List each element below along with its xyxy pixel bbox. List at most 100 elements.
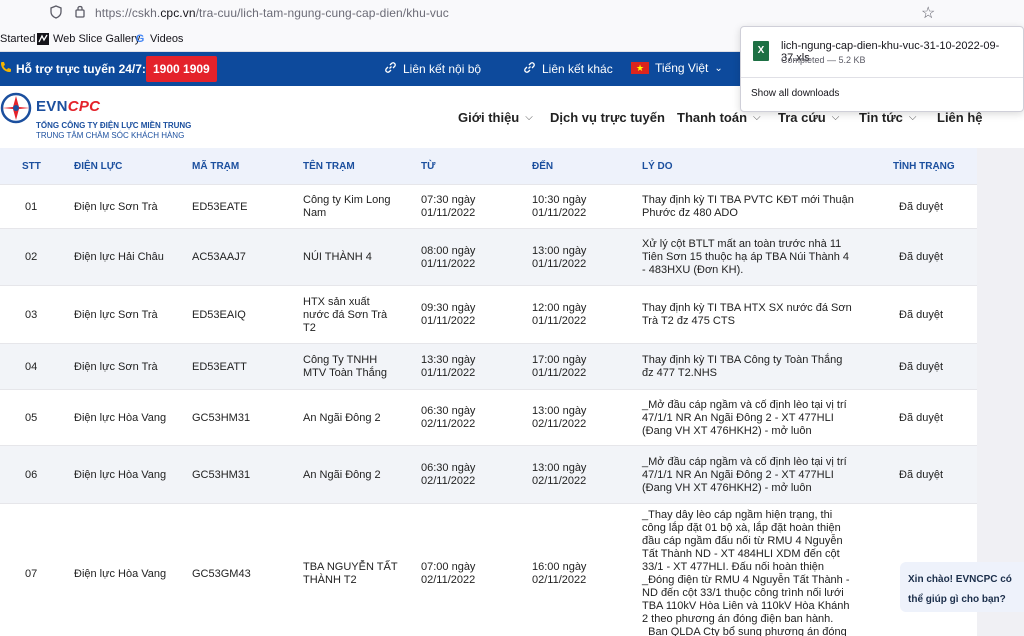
cell-den: 10:30 ngày 01/11/2022 [532,194,586,220]
cell-line: ED53EATE [192,200,248,213]
support-text: Hỗ trợ trực tuyến 24/7: [16,61,146,76]
cell-line: 06 [25,468,38,481]
nav-thanh-toan[interactable]: Thanh toán ⌵ [677,110,761,125]
lock-icon[interactable] [74,4,88,20]
cell-line: 01/11/2022 [421,367,476,379]
cell-line: 02 [25,251,38,263]
cell-line: 02/11/2022 [421,574,476,586]
chevron-down-icon: ⌄ [714,62,723,74]
nav-tin-tuc[interactable]: Tin tức ⌵ [859,110,916,125]
cell-line: _Ban QLDA Cty bổ sung phương án đóng [642,626,847,636]
cell-den: 13:00 ngày 01/11/2022 [532,245,586,271]
link-icon [384,61,397,77]
cell-line: nước đá Sơn Trà [303,308,388,321]
cell-line: T2 [303,321,316,334]
column-header-stt: STT [22,161,41,172]
table-row: 03 Điện lực Sơn Trà ED53EAIQ HTX sản xuất nư… [0,285,977,343]
cell-dienluc: Điện lực Sơn Trà [74,201,158,214]
chevron-down-icon: ⌵ [525,112,533,123]
cell-ma: GC53HM31 [192,469,250,482]
nav-dich-vu-truc-tuyen[interactable]: Dịch vụ trực tuyến [550,110,665,125]
column-header-tinh-trang: TÌNH TRẠNG [893,161,955,172]
cell-line: 13:30 ngày [421,354,476,366]
cell-line: TBA 110kV Hòa Liên và 110kV Hòa Khánh [642,600,850,612]
cell-dienluc: Điện lực Hòa Vang [74,568,166,581]
cell-line: Đã duyệt [899,251,944,263]
cell-lydo: Thay định kỳ TI TBA Công ty Toàn Thắng đz… [642,354,842,380]
internal-link[interactable]: Liên kết nội bộ [384,61,481,77]
cell-tinhtrang: Đã duyệt [899,309,943,322]
browser-url-bar[interactable]: https://cskh.cpc.vn/tra-cuu/lich-tam-ngu… [0,0,1024,26]
cell-line: _Mở đầu cáp ngầm và cố định lèo tại vị t… [642,455,847,468]
evncpc-logo-icon[interactable] [0,92,32,124]
nav-gioi-thieu[interactable]: Giới thiệu ⌵ [458,110,533,125]
language-label: Tiếng Việt [655,61,709,75]
bookmark-videos[interactable]: G Videos [134,33,184,45]
cell-stt: 04 [25,361,37,374]
cell-ten: An Ngãi Đông 2 [303,412,381,425]
downloads-divider [741,77,1023,78]
url-domain: cpc.vn [160,6,196,20]
cell-tu: 08:00 ngày 01/11/2022 [421,245,475,271]
bookmark-web-slice-gallery[interactable]: Web Slice Gallery [37,33,140,45]
column-header-ly-do: LÝ DO [642,161,673,172]
cell-line: Trà T2 đz 475 CTS [642,315,735,327]
cell-lydo: Thay định kỳ TI TBA PVTC KĐT mới Thuận Ph… [642,194,854,220]
cell-ten: Công Ty TNHH MTV Toàn Thắng [303,354,387,380]
logo-evn: EVN [36,98,68,115]
cell-line: 01/11/2022 [532,257,587,270]
cell-line: Nam [303,207,327,219]
cell-line: Điện lực Sơn Trà [74,308,158,321]
cell-line: AC53AAJ7 [192,251,246,263]
logo-subtitle-center: TRUNG TÂM CHĂM SÓC KHÁCH HÀNG [36,131,185,140]
cell-ten: HTX sản xuất nước đá Sơn Trà T2 [303,296,387,335]
vietnam-flag-icon [631,62,649,74]
hotline-button[interactable]: 1900 1909 [146,56,217,82]
cell-line: Phước đz 480 ADO [642,207,738,219]
bookmark-started[interactable]: Started [0,33,35,45]
shield-icon[interactable] [50,5,64,21]
show-all-downloads-link[interactable]: Show all downloads [751,88,839,99]
cell-line: (Đang VH XT 476HKH2) - mở luôn [642,424,812,437]
language-selector[interactable]: Tiếng Việt ⌄ [631,61,723,75]
cell-line: 02/11/2022 [532,418,587,430]
cell-lydo: _Thay dây lèo cáp ngầm hiện trạng, thi cô… [642,509,850,636]
nav-lien-he[interactable]: Liên hệ [937,110,983,125]
cell-line: Công ty Kim Long [303,194,391,206]
cell-stt: 06 [25,469,37,482]
cell-line: - 483HXU (Đơn KH). [642,264,744,276]
bookmark-label: Web Slice Gallery [53,33,141,45]
cell-stt: 07 [25,568,37,581]
url-text[interactable]: https://cskh.cpc.vn/tra-cuu/lich-tam-ngu… [95,6,449,20]
bookmark-star-icon[interactable]: ☆ [921,3,935,23]
cell-den: 12:00 ngày 01/11/2022 [532,302,586,328]
cell-lydo: _Mở đầu cáp ngầm và cố định lèo tại vị t… [642,399,847,438]
nav-tra-cuu[interactable]: Tra cứu ⌵ [778,110,839,125]
cell-line: _Đóng điện từ RMU 4 Nguyễn Tất Thành - [642,574,850,586]
cell-line: An Ngãi Đông 2 [303,468,381,481]
phone-icon [0,61,12,76]
cell-ten: TBA NGUYỄN TẤT THÀNH T2 [303,561,398,587]
nav-label: Thanh toán [677,110,748,125]
cell-line: Đã duyệt [899,360,944,373]
cell-line: 2 theo phương án đóng điện ban hành. [642,613,834,625]
cell-line: 06:30 ngày [421,405,476,417]
cell-line: 02/11/2022 [421,475,476,487]
chevron-down-icon: ⌵ [753,112,761,123]
cell-line: 02/11/2022 [532,475,587,487]
cell-line: đầu cáp ngầm đấu nối từ RMU 4 Nguyễn [642,535,843,547]
url-path: /tra-cuu/lich-tam-ngung-cung-cap-dien/kh… [195,6,449,20]
external-link[interactable]: Liên kết khác [523,61,613,77]
cell-line: Đã duyệt [899,468,944,481]
cell-line: 09:30 ngày [421,302,476,314]
table-header: STT ĐIỆN LỰC MÃ TRẠM TÊN TRẠM TỪ ĐẾN LÝ … [0,148,977,184]
chevron-down-icon: ⌵ [831,112,840,123]
cell-line: Điện lực Hòa Vang [74,567,167,580]
cell-line: THÀNH T2 [303,574,357,586]
cell-line: Điện lực Sơn Trà [74,360,158,373]
chat-widget[interactable]: Xin chào! EVNCPC có thể giúp gì cho bạn? [900,562,1024,612]
cell-den: 16:00 ngày 02/11/2022 [532,561,586,587]
cell-line: An Ngãi Đông 2 [303,411,381,424]
cell-line: 01/11/2022 [532,207,587,219]
download-status: Completed — 5.2 KB [781,55,866,65]
